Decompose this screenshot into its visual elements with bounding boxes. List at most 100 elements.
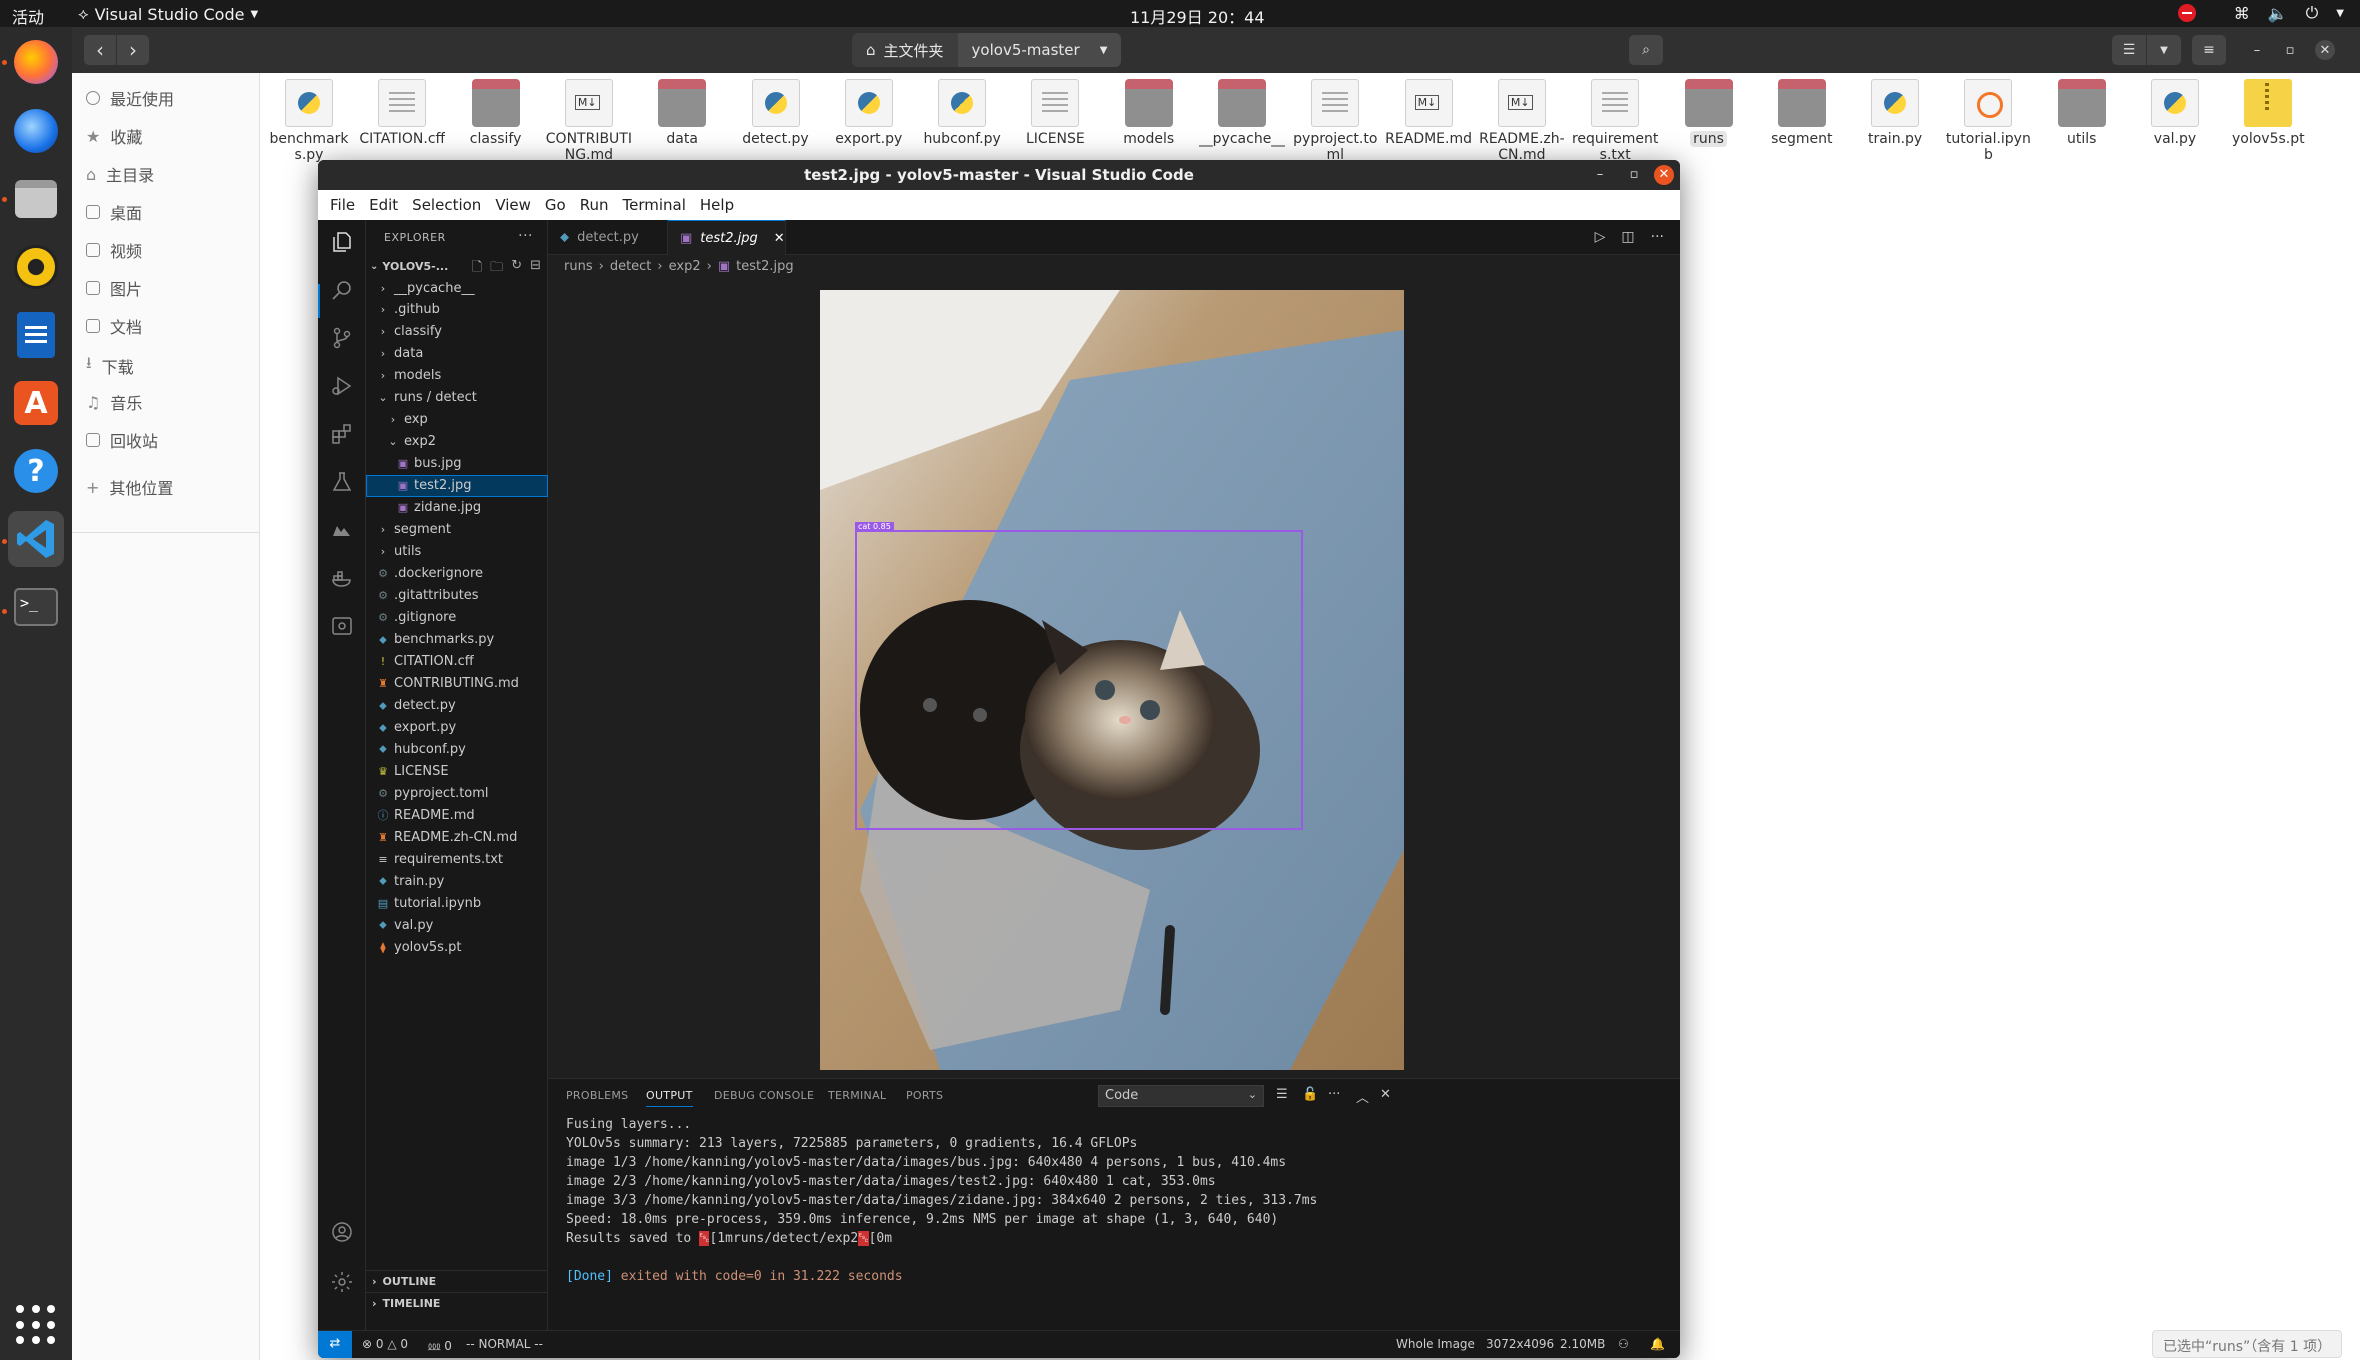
minimize-button[interactable]: – (2247, 40, 2267, 60)
tree-item[interactable]: ⌄ runs / detect (366, 387, 548, 409)
maximize-button[interactable]: ▫ (2280, 40, 2300, 60)
tree-item[interactable]: › utils (366, 541, 548, 563)
menu-button[interactable]: ≡ (2192, 35, 2226, 65)
file-item[interactable]: train.py (1851, 79, 1939, 147)
app-menu[interactable]: ⟡ Visual Studio Code ▼ (78, 4, 258, 24)
tree-item[interactable]: ⬥ export.py (366, 717, 548, 739)
timeline-section[interactable]: › TIMELINE (366, 1292, 548, 1314)
chevron-down-icon[interactable]: ▼ (2336, 8, 2344, 19)
file-item[interactable]: tutorial.ipynb (1944, 79, 2032, 163)
zoom-status[interactable]: Whole Image (1396, 1337, 1475, 1351)
maximize-panel-icon[interactable]: ︿ (1356, 1087, 1369, 1106)
tree-item[interactable]: ⬥ detect.py (366, 695, 548, 717)
more-icon[interactable]: ··· (518, 228, 533, 244)
search-button[interactable]: ⌕ (1629, 35, 1663, 65)
file-item[interactable]: val.py (2131, 79, 2219, 147)
problems-status[interactable]: ⊗ 0 △ 0 (362, 1337, 408, 1351)
list-view-button[interactable]: ☰ (2112, 35, 2146, 65)
rhythmbox-icon[interactable] (8, 239, 64, 295)
tree-item[interactable]: ⬥ train.py (366, 870, 548, 892)
forward-button[interactable]: › (117, 35, 149, 65)
minimize-button[interactable]: – (1590, 165, 1610, 185)
show-apps-icon[interactable] (8, 1297, 64, 1353)
power-icon[interactable]: ⏻ (2306, 3, 2319, 23)
file-item[interactable]: segment (1758, 79, 1846, 147)
tree-item[interactable]: › .github (366, 299, 548, 321)
vscode-icon[interactable] (8, 511, 64, 567)
tree-item[interactable]: › segment (366, 519, 548, 541)
run-icon[interactable]: ▷ (1595, 229, 1606, 245)
tree-item[interactable]: ⚙ .dockerignore (366, 563, 548, 585)
menu-file[interactable]: File (323, 196, 362, 214)
breadcrumb-file[interactable]: test2.jpg (736, 259, 793, 274)
file-item[interactable]: hubconf.py (918, 79, 1006, 147)
file-item[interactable]: export.py (825, 79, 913, 147)
sidebar-item-music[interactable]: ♫ 音乐 (86, 390, 142, 414)
tree-item[interactable]: ♜ CONTRIBUTING.md (366, 673, 548, 695)
more-icon[interactable]: ··· (1651, 229, 1664, 245)
extensions-icon[interactable] (330, 422, 354, 446)
clear-output-icon[interactable]: ☰ (1276, 1087, 1288, 1102)
file-item[interactable]: __pycache__ (1198, 79, 1286, 147)
breadcrumb-runs[interactable]: runs (564, 259, 593, 274)
gear-icon[interactable] (330, 1270, 354, 1294)
docker-icon[interactable] (330, 566, 354, 590)
tree-item[interactable]: ▤ tutorial.ipynb (366, 892, 548, 914)
tree-item[interactable]: ⌄ exp2 (366, 431, 548, 453)
close-button[interactable]: ✕ (2315, 40, 2335, 60)
tree-item[interactable]: ⬥ val.py (366, 914, 548, 936)
activities-button[interactable]: 活动 (12, 4, 44, 28)
sidebar-item-trash[interactable]: 回收站 (86, 428, 158, 452)
file-item[interactable]: utils (2038, 79, 2126, 147)
testing-icon[interactable] (330, 470, 354, 494)
tree-item[interactable]: › data (366, 343, 548, 365)
menu-go[interactable]: Go (538, 196, 573, 214)
account-icon[interactable] (330, 1220, 354, 1244)
tree-item[interactable]: › exp (366, 409, 548, 431)
run-debug-icon[interactable] (330, 374, 354, 398)
tree-item[interactable]: ⧫ yolov5s.pt (366, 936, 548, 958)
network-icon[interactable]: ⌘ (2234, 4, 2250, 23)
file-item[interactable]: runs (1665, 79, 1753, 147)
thunderbird-icon[interactable] (8, 103, 64, 159)
tab-ports[interactable]: PORTS (906, 1089, 943, 1102)
tree-item[interactable]: ⬥ hubconf.py (366, 738, 548, 760)
lock-icon[interactable]: 🔓 (1302, 1087, 1318, 1102)
ports-status[interactable]: ⅏ 0 (428, 1337, 452, 1354)
tree-item[interactable]: › models (366, 365, 548, 387)
firefox-icon[interactable] (8, 34, 64, 90)
sidebar-item-desktop[interactable]: 桌面 (86, 200, 142, 224)
back-button[interactable]: ‹ (84, 35, 116, 65)
files-icon[interactable] (8, 171, 64, 227)
breadcrumb-exp2[interactable]: exp2 (669, 259, 701, 274)
tree-item[interactable]: ♜ README.zh-CN.md (366, 826, 548, 848)
tree-item[interactable]: ≡ requirements.txt (366, 848, 548, 870)
sidebar-item-starred[interactable]: ★ 收藏 (86, 124, 142, 148)
breadcrumb-detect[interactable]: detect (610, 259, 652, 274)
path-home[interactable]: ⌂ 主文件夹 (852, 33, 958, 67)
view-options-button[interactable]: ▼ (2147, 35, 2181, 65)
clock[interactable]: 11月29日 20：44 (1130, 4, 1265, 28)
do-not-disturb-icon[interactable] (2177, 4, 2196, 22)
tab-test2-jpg[interactable]: ▣ test2.jpg ✕ (668, 220, 786, 255)
tab-output[interactable]: OUTPUT (646, 1089, 693, 1107)
close-icon[interactable]: ✕ (1380, 1087, 1391, 1102)
sidebar-item-downloads[interactable]: ⭳ 下载 (86, 352, 134, 379)
libreoffice-writer-icon[interactable] (8, 307, 64, 363)
sidebar-item-videos[interactable]: 视频 (86, 238, 142, 262)
search-icon[interactable] (330, 278, 354, 302)
tab-detect-py[interactable]: ⬥ detect.py (548, 220, 668, 255)
sidebar-item-recent[interactable]: 最近使用 (86, 86, 174, 110)
file-item[interactable]: data (638, 79, 726, 147)
file-item[interactable]: yolov5s.pt (2224, 79, 2312, 147)
tree-item[interactable]: ▣ bus.jpg (366, 453, 548, 475)
tree-item[interactable]: ▣ zidane.jpg (366, 497, 548, 519)
remote-window-icon[interactable] (330, 614, 354, 638)
source-control-icon[interactable] (330, 326, 354, 350)
tree-item[interactable]: ! CITATION.cff (366, 651, 548, 673)
output-channel-select[interactable]: Code ⌄ (1098, 1085, 1264, 1107)
file-item[interactable]: detect.py (732, 79, 820, 147)
file-item[interactable]: CITATION.cff (358, 79, 446, 147)
app-center-icon[interactable]: A (8, 375, 64, 431)
file-item[interactable]: CONTRIBUTING.md (545, 79, 633, 163)
